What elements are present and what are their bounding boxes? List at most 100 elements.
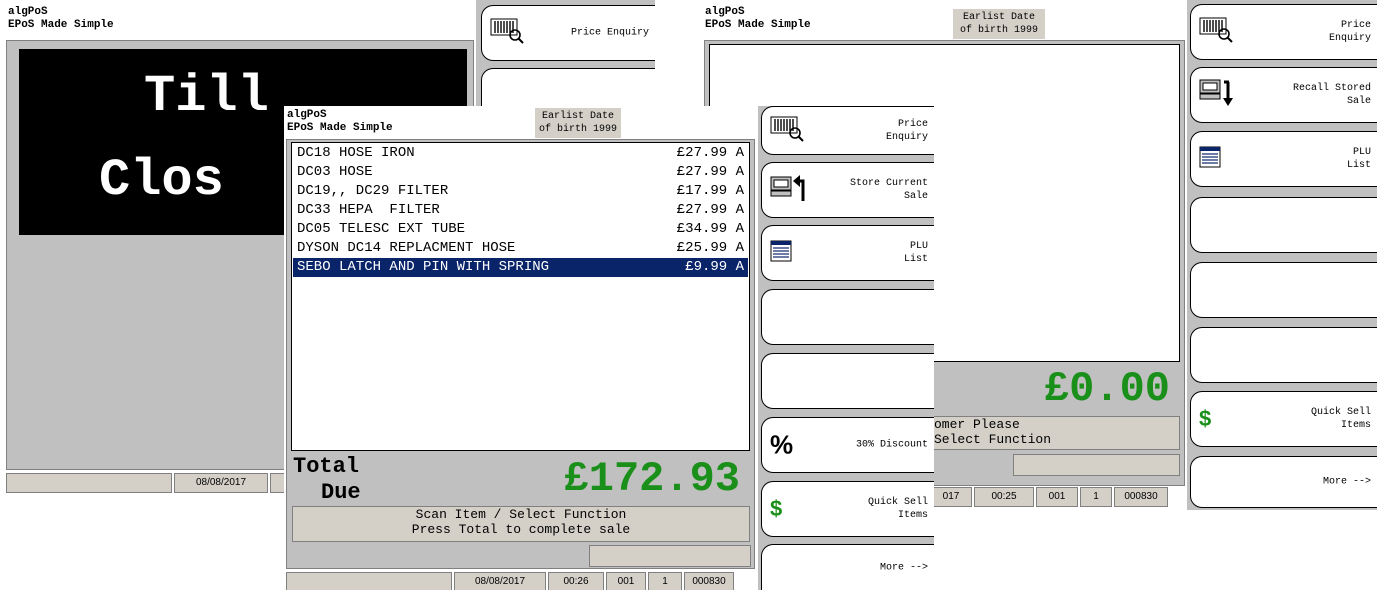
- status-time: 00:26: [548, 572, 604, 590]
- function-button-blank[interactable]: [761, 289, 934, 345]
- sale-item-row[interactable]: DC33 HEPA FILTER £27.99 A: [293, 201, 748, 220]
- function-button-blank[interactable]: [1190, 197, 1377, 253]
- price-enquiry-label: Price Enquiry: [570, 27, 649, 39]
- prompt-line1: omer Please: [934, 417, 1020, 432]
- plu-list-button[interactable]: PLU List: [1190, 131, 1377, 187]
- more-label: More -->: [1322, 476, 1371, 488]
- sale-item-price: £34.99 A: [676, 221, 744, 237]
- item-list[interactable]: DC18 HOSE IRON £27.99 A DC03 HOSE £27.99 AD…: [291, 142, 750, 451]
- app-tagline: EPoS Made Simple: [8, 19, 114, 31]
- recall-sale-icon: [1199, 78, 1235, 112]
- list-icon: [770, 240, 792, 266]
- quick-sell-items-button[interactable]: $ Quick Sell Items: [1190, 391, 1377, 447]
- sale-item-price: £17.99 A: [676, 183, 744, 199]
- status-date: 08/08/2017: [174, 473, 268, 493]
- status-till: 001: [1036, 487, 1078, 507]
- total-amount: £172.93: [563, 455, 740, 503]
- list-icon: [1199, 146, 1221, 172]
- more-label: More -->: [879, 562, 928, 573]
- store-current-sale-button[interactable]: Store Current Sale: [761, 162, 934, 218]
- barcode-magnifier-icon: [490, 18, 524, 48]
- more-button[interactable]: More -->: [761, 544, 934, 590]
- dollar-icon: $: [770, 496, 783, 521]
- function-button-column: Price Enquiry Store Current Sale PLU Lis…: [758, 106, 934, 590]
- total-label-line2: Due: [321, 480, 361, 505]
- recall-stored-sale-button[interactable]: Recall Stored Sale: [1190, 67, 1377, 123]
- prompt-message: omer Please Select Function: [933, 416, 1180, 450]
- dob-notice: Earlist Date of birth 1999: [953, 9, 1045, 39]
- function-button-column: Price Enquiry Recall Stored Sale PLU Lis…: [1187, 0, 1377, 510]
- prompt-line2: Select Function: [934, 432, 1052, 447]
- app-name: algPoS: [705, 6, 745, 18]
- sale-item-name: DC05 TELESC EXT TUBE: [297, 221, 466, 237]
- app-tagline: EPoS Made Simple: [705, 19, 811, 31]
- sale-item-name: DC03 HOSE: [297, 164, 373, 180]
- sale-item-row[interactable]: DC19,, DC29 FILTER £17.99 A: [293, 182, 748, 201]
- price-enquiry-button[interactable]: Price Enquiry: [481, 5, 655, 61]
- plu-list-label: PLU List: [903, 241, 928, 265]
- percent-icon: %: [770, 429, 794, 460]
- quick-sell-items-button[interactable]: $ Quick Sell Items: [761, 481, 934, 537]
- sale-item-row[interactable]: DC05 TELESC EXT TUBE £34.99 A: [293, 220, 748, 239]
- status-blank: [286, 572, 452, 590]
- active-sale-window: algPoS EPoS Made Simple Earlist Date of …: [284, 106, 934, 590]
- sale-item-name: SEBO LATCH AND PIN WITH SPRING: [297, 259, 550, 275]
- recall-stored-sale-label: Recall Stored Sale: [1292, 83, 1371, 107]
- status-date: 08/08/2017: [454, 572, 546, 590]
- status-time: 00:25: [974, 487, 1034, 507]
- quick-sell-items-label: Quick Sell Items: [867, 497, 928, 521]
- app-name: algPoS: [8, 6, 48, 18]
- sale-item-row[interactable]: DYSON DC14 REPLACMENT HOSE £25.99 A: [293, 239, 748, 258]
- discount-label: 30% Discount: [855, 439, 928, 451]
- sale-item-name: DC19,, DC29 FILTER: [297, 183, 449, 199]
- status-bar: 017 00:25 001 1 000830: [930, 487, 1170, 507]
- input-box[interactable]: [1013, 454, 1180, 476]
- price-enquiry-button[interactable]: Price Enquiry: [1190, 4, 1377, 60]
- price-enquiry-label: Price Enquiry: [1328, 20, 1371, 44]
- plu-list-button[interactable]: PLU List: [761, 225, 934, 281]
- sale-item-row[interactable]: SEBO LATCH AND PIN WITH SPRING £9.99 A: [293, 258, 748, 277]
- dollar-icon: $: [1199, 406, 1212, 431]
- app-header: algPoS EPoS Made Simple: [705, 6, 811, 32]
- more-button[interactable]: More -->: [1190, 456, 1377, 508]
- dob-notice: Earlist Date of birth 1999: [535, 108, 621, 138]
- app-name: algPoS: [287, 109, 327, 121]
- sale-item-row[interactable]: DC18 HOSE IRON £27.99 A: [293, 144, 748, 163]
- app-header: algPoS EPoS Made Simple: [287, 109, 393, 135]
- plu-list-label: PLU List: [1346, 147, 1371, 171]
- total-amount: £0.00: [1043, 365, 1170, 413]
- function-button-blank[interactable]: [761, 353, 934, 409]
- status-operator: 1: [1080, 487, 1112, 507]
- function-button-blank[interactable]: [1190, 262, 1377, 318]
- discount-button[interactable]: % 30% Discount: [761, 417, 934, 473]
- status-operator: 1: [648, 572, 682, 590]
- barcode-magnifier-icon: [1199, 17, 1233, 47]
- status-transaction: 000830: [1114, 487, 1168, 507]
- sale-item-name: DYSON DC14 REPLACMENT HOSE: [297, 240, 516, 256]
- input-box[interactable]: [589, 545, 751, 567]
- sale-item-price: £27.99 A: [676, 202, 744, 218]
- sale-panel: DC18 HOSE IRON £27.99 A DC03 HOSE £27.99 AD…: [286, 139, 755, 569]
- sale-item-price: £25.99 A: [676, 240, 744, 256]
- status-transaction: 000830: [684, 572, 734, 590]
- till-closed-line1: Till: [144, 67, 269, 126]
- status-date: 017: [930, 487, 972, 507]
- sale-items: DC18 HOSE IRON £27.99 A DC03 HOSE £27.99 AD…: [293, 144, 748, 277]
- prompt-line1: Scan Item / Select Function: [415, 507, 627, 522]
- app-tagline: EPoS Made Simple: [287, 122, 393, 134]
- price-enquiry-button[interactable]: Price Enquiry: [761, 106, 934, 155]
- status-bar: 08/08/2017 00:26 001 1 000830: [286, 572, 736, 590]
- prompt-line2: Press Total to complete sale: [411, 522, 631, 537]
- barcode-magnifier-icon: [770, 116, 804, 146]
- sale-item-row[interactable]: DC03 HOSE £27.99 A: [293, 163, 748, 182]
- price-enquiry-label: Price Enquiry: [885, 118, 928, 143]
- sale-item-price: £27.99 A: [676, 164, 744, 180]
- quick-sell-items-label: Quick Sell Items: [1310, 407, 1371, 431]
- total-label-line1: Total: [293, 454, 360, 479]
- till-closed-line2: Clos: [99, 151, 224, 210]
- total-due-label: Total Due: [293, 454, 361, 506]
- sale-item-name: DC33 HEPA FILTER: [297, 202, 440, 218]
- function-button-blank[interactable]: [1190, 327, 1377, 383]
- prompt-message: Scan Item / Select Function Press Total …: [292, 506, 750, 542]
- sale-item-price: £27.99 A: [676, 145, 744, 161]
